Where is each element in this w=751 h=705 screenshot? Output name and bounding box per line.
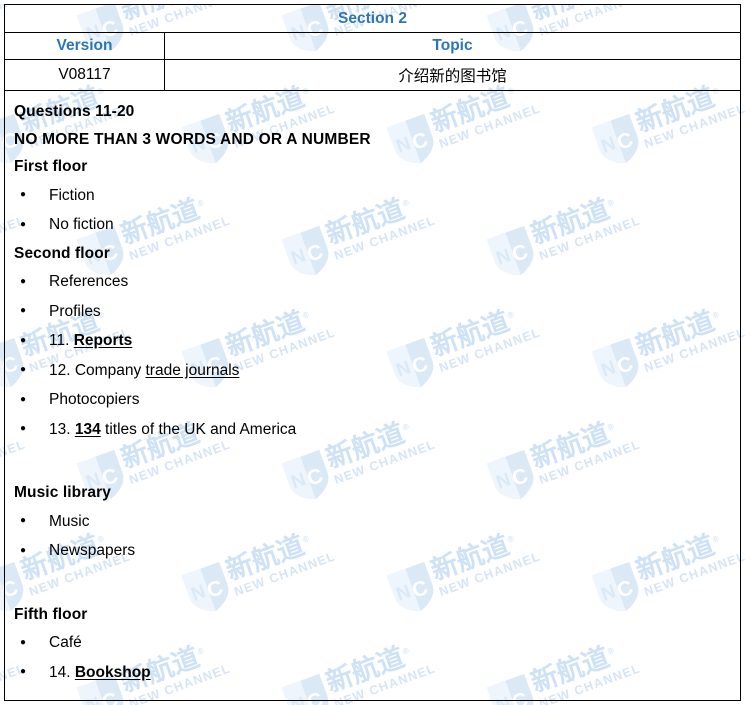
item-prefix: 14.: [49, 663, 75, 681]
list-item: Café: [5, 628, 740, 658]
item-prefix: Café: [49, 634, 82, 651]
list-item: Music: [5, 507, 740, 537]
floor-item-list: Music Newspapers: [5, 507, 740, 566]
list-item: Photocopiers: [5, 385, 740, 415]
item-prefix: Fiction: [49, 186, 95, 204]
column-header-topic: Topic: [164, 32, 741, 60]
floor-heading: Music library: [14, 484, 111, 501]
sections-container: First floor Fiction No fiction Second floor…: [5, 153, 740, 687]
item-prefix: References: [49, 273, 129, 290]
list-item: Profiles: [5, 297, 740, 327]
list-item: No fiction: [5, 210, 740, 240]
floor-heading: Fifth floor: [14, 605, 88, 623]
floor-item-list: Fiction No fiction: [5, 181, 740, 240]
item-prefix: No fiction: [49, 216, 114, 233]
item-prefix: Music: [49, 512, 90, 530]
list-item: References: [5, 267, 740, 297]
list-item: Newspapers: [5, 536, 740, 566]
item-prefix: 13.: [49, 420, 75, 438]
table-row-values: V08117 介绍新的图书馆: [4, 59, 741, 91]
floor-item-list: Café 14. Bookshop: [5, 628, 740, 687]
item-suffix: titles of the UK and America: [100, 420, 297, 438]
item-prefix: Profiles: [49, 302, 101, 320]
instruction-heading: NO MORE THAN 3 WORDS AND OR A NUMBER: [14, 130, 371, 148]
table-row-section: Section 2: [4, 4, 741, 33]
item-prefix: 11.: [49, 332, 74, 349]
list-item: 11. Reports: [5, 326, 740, 356]
answer-text: trade journals: [145, 361, 240, 379]
answer-text: Bookshop: [74, 663, 151, 681]
floor-item-list: ReferencesProfiles11. Reports12. Company…: [5, 267, 740, 444]
version-value: V08117: [4, 59, 165, 91]
answer-text: 134: [74, 420, 101, 438]
list-item: 12. Company trade journals: [5, 356, 740, 386]
item-prefix: Photocopiers: [49, 391, 140, 408]
list-item: Fiction: [5, 181, 740, 211]
topic-value: 介绍新的图书馆: [164, 59, 741, 91]
floor-heading: First floor: [14, 158, 88, 175]
answer-body: Questions 11-20 NO MORE THAN 3 WORDS AND…: [4, 91, 741, 701]
table-row-headers: Version Topic: [4, 32, 741, 60]
section-info-table: Section 2 Version Topic V08117 介绍新的图书馆: [4, 4, 741, 91]
list-item: 14. Bookshop: [5, 658, 740, 688]
section-title: Section 2: [4, 4, 741, 33]
item-prefix: 12. Company: [49, 361, 146, 379]
item-prefix: Newspapers: [49, 542, 136, 559]
list-item: 13. 134 titles of the UK and America: [5, 415, 740, 445]
floor-heading: Second floor: [14, 244, 110, 262]
questions-range-heading: Questions 11-20: [14, 103, 135, 120]
answer-text: Reports: [73, 332, 133, 349]
column-header-version: Version: [4, 32, 165, 60]
